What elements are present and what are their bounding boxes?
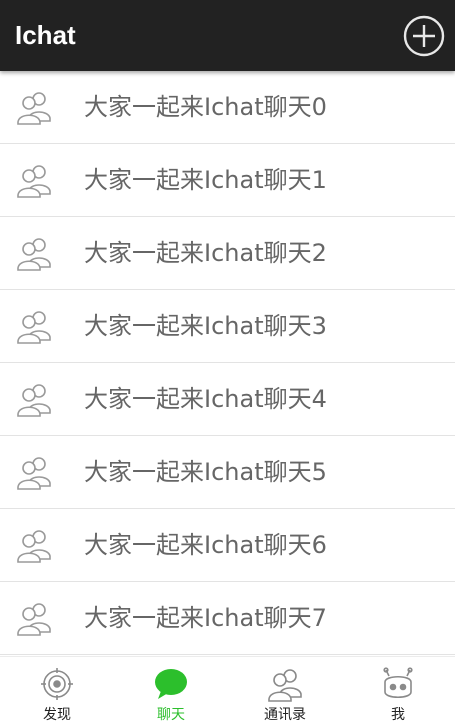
tab-label: 通讯录 bbox=[264, 707, 306, 723]
chat-name: 大家一起来Ichat聊天1 bbox=[84, 166, 327, 194]
app-title: Ichat bbox=[15, 20, 76, 50]
tab-label: 聊天 bbox=[157, 707, 185, 723]
group-avatar-icon bbox=[17, 311, 51, 344]
group-avatar-icon bbox=[17, 384, 51, 417]
chat-row[interactable]: 大家一起来Ichat聊天5 bbox=[0, 436, 455, 509]
group-avatar-icon bbox=[17, 603, 51, 636]
bottom-tab-bar: 发现 聊天 通讯录 我 bbox=[0, 656, 455, 726]
chat-name: 大家一起来Ichat聊天0 bbox=[84, 93, 327, 121]
chat-name: 大家一起来Ichat聊天6 bbox=[84, 531, 327, 559]
group-avatar-icon bbox=[17, 92, 51, 125]
chat-name: 大家一起来Ichat聊天3 bbox=[84, 312, 327, 340]
chat-bubble-icon bbox=[155, 669, 187, 699]
group-avatar-icon bbox=[17, 238, 51, 271]
chat-name: 大家一起来Ichat聊天5 bbox=[84, 458, 327, 486]
chat-row[interactable]: 大家一起来Ichat聊天7 bbox=[0, 582, 455, 655]
compass-icon bbox=[41, 668, 73, 700]
group-avatar-icon bbox=[17, 530, 51, 563]
contacts-icon bbox=[268, 669, 302, 702]
app-bar: Ichat bbox=[0, 0, 455, 71]
chat-row[interactable]: 大家一起来Ichat聊天3 bbox=[0, 290, 455, 363]
chat-name: 大家一起来Ichat聊天2 bbox=[84, 239, 327, 267]
group-avatar-icon bbox=[17, 165, 51, 198]
tab-me[interactable]: 我 bbox=[341, 657, 455, 726]
chat-row[interactable]: 大家一起来Ichat聊天4 bbox=[0, 363, 455, 436]
chat-name: 大家一起来Ichat聊天4 bbox=[84, 385, 327, 413]
robot-face-icon bbox=[383, 667, 413, 699]
chat-row[interactable]: 大家一起来Ichat聊天1 bbox=[0, 144, 455, 217]
tab-discover[interactable]: 发现 bbox=[0, 657, 114, 726]
chat-name: 大家一起来Ichat聊天7 bbox=[84, 604, 327, 632]
chat-row[interactable]: 大家一起来Ichat聊天6 bbox=[0, 509, 455, 582]
tab-label: 我 bbox=[391, 707, 405, 723]
add-circle-icon[interactable] bbox=[403, 15, 445, 57]
chat-row[interactable]: 大家一起来Ichat聊天0 bbox=[0, 71, 455, 144]
group-avatar-icon bbox=[17, 457, 51, 490]
chat-list: 大家一起来Ichat聊天0 大家一起来Ichat聊天1 大家一起来Ichat聊天… bbox=[0, 71, 455, 656]
tab-label: 发现 bbox=[43, 707, 71, 723]
tab-chat[interactable]: 聊天 bbox=[114, 657, 228, 726]
tab-contacts[interactable]: 通讯录 bbox=[228, 657, 342, 726]
chat-row[interactable]: 大家一起来Ichat聊天2 bbox=[0, 217, 455, 290]
